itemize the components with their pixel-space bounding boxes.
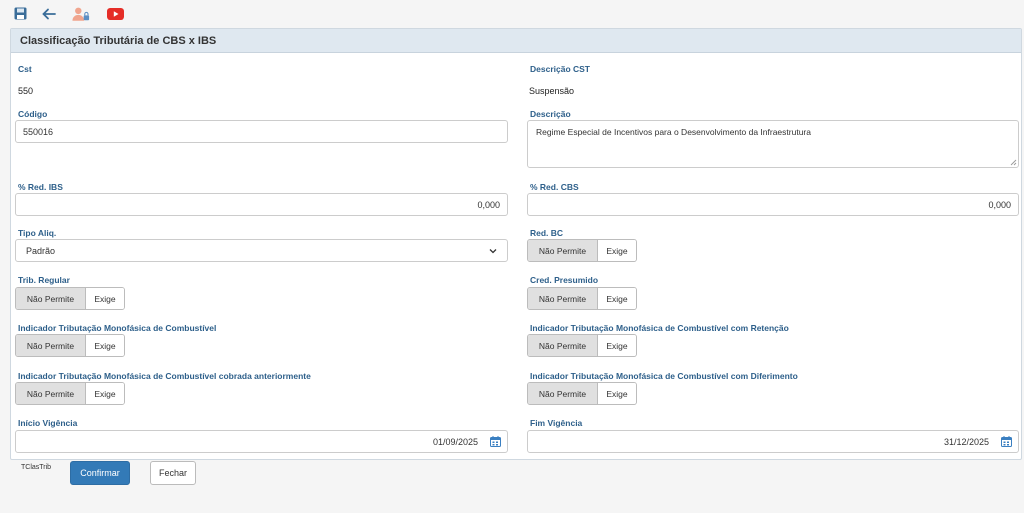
red-bc-exige-button[interactable]: Exige xyxy=(598,240,636,261)
save-icon[interactable] xyxy=(11,5,29,22)
descricao-cst-label: Descrição CST xyxy=(530,64,590,74)
mono-comb-toggle: Não Permite Exige xyxy=(15,334,125,357)
back-arrow-icon[interactable] xyxy=(40,5,58,22)
youtube-icon[interactable] xyxy=(106,5,124,22)
red-ibs-input[interactable]: 0,000 xyxy=(15,193,508,216)
descricao-cst-value: Suspensão xyxy=(529,86,575,96)
inicio-vigencia-label: Início Vigência xyxy=(18,418,78,428)
red-bc-toggle: Não Permite Exige xyxy=(527,239,637,262)
panel-title: Classificação Tributária de CBS x IBS xyxy=(11,29,1021,53)
red-ibs-label: % Red. IBS xyxy=(18,182,63,192)
user-lock-icon[interactable] xyxy=(72,5,90,22)
cst-value: 550 xyxy=(18,86,34,96)
mono-comb-ant-exige-button[interactable]: Exige xyxy=(86,383,124,404)
mono-comb-label: Indicador Tributação Monofásica de Combu… xyxy=(18,323,217,333)
mono-comb-ant-toggle: Não Permite Exige xyxy=(15,382,125,405)
mono-comb-dif-nao-permite-button[interactable]: Não Permite xyxy=(528,383,598,404)
trib-regular-exige-button[interactable]: Exige xyxy=(86,288,124,309)
red-bc-nao-permite-button[interactable]: Não Permite xyxy=(528,240,598,261)
inicio-vigencia-input[interactable]: 01/09/2025 xyxy=(15,430,508,453)
descricao-text: Regime Especial de Incentivos para o Des… xyxy=(536,127,811,137)
fim-vigencia-value: 31/12/2025 xyxy=(943,436,989,447)
mono-comb-ret-exige-button[interactable]: Exige xyxy=(598,335,636,356)
fim-vigencia-input[interactable]: 31/12/2025 xyxy=(527,430,1019,453)
mono-comb-ret-nao-permite-button[interactable]: Não Permite xyxy=(528,335,598,356)
codigo-label: Código xyxy=(18,109,48,119)
codigo-input[interactable]: 550016 xyxy=(15,120,508,143)
resize-grip-icon[interactable] xyxy=(1010,159,1017,166)
tipo-aliq-value: Padrão xyxy=(26,245,56,256)
tipo-aliq-select[interactable]: Padrão xyxy=(15,239,508,262)
mono-comb-ant-nao-permite-button[interactable]: Não Permite xyxy=(16,383,86,404)
toolbar xyxy=(0,0,1024,26)
descricao-textarea[interactable]: Regime Especial de Incentivos para o Des… xyxy=(527,120,1019,168)
mono-comb-ret-label: Indicador Tributação Monofásica de Combu… xyxy=(530,323,789,333)
inicio-vigencia-value: 01/09/2025 xyxy=(432,436,478,447)
confirm-button[interactable]: Confirmar xyxy=(70,461,130,485)
cst-label: Cst xyxy=(18,64,32,74)
cred-presumido-toggle: Não Permite Exige xyxy=(527,287,637,310)
mono-comb-dif-toggle: Não Permite Exige xyxy=(527,382,637,405)
calendar-icon[interactable] xyxy=(1001,436,1012,447)
mono-comb-dif-label: Indicador Tributação Monofásica de Combu… xyxy=(530,371,798,381)
red-cbs-input[interactable]: 0,000 xyxy=(527,193,1019,216)
calendar-icon[interactable] xyxy=(490,436,501,447)
form-id-label: TClasTrib xyxy=(21,464,52,471)
trib-regular-nao-permite-button[interactable]: Não Permite xyxy=(16,288,86,309)
trib-regular-toggle: Não Permite Exige xyxy=(15,287,125,310)
red-bc-label: Red. BC xyxy=(530,228,564,238)
red-cbs-label: % Red. CBS xyxy=(530,182,579,192)
fim-vigencia-label: Fim Vigência xyxy=(530,418,583,428)
mono-comb-nao-permite-button[interactable]: Não Permite xyxy=(16,335,86,356)
chevron-down-icon xyxy=(489,248,497,253)
cred-presumido-nao-permite-button[interactable]: Não Permite xyxy=(528,288,598,309)
mono-comb-exige-button[interactable]: Exige xyxy=(86,335,124,356)
close-button[interactable]: Fechar xyxy=(150,461,196,485)
trib-regular-label: Trib. Regular xyxy=(18,275,70,285)
tipo-aliq-label: Tipo Aliq. xyxy=(18,228,57,238)
cred-presumido-label: Cred. Presumido xyxy=(530,275,599,285)
mono-comb-ret-toggle: Não Permite Exige xyxy=(527,334,637,357)
descricao-label: Descrição xyxy=(530,109,571,119)
mono-comb-dif-exige-button[interactable]: Exige xyxy=(598,383,636,404)
mono-comb-ant-label: Indicador Tributação Monofásica de Combu… xyxy=(18,371,311,381)
cred-presumido-exige-button[interactable]: Exige xyxy=(598,288,636,309)
